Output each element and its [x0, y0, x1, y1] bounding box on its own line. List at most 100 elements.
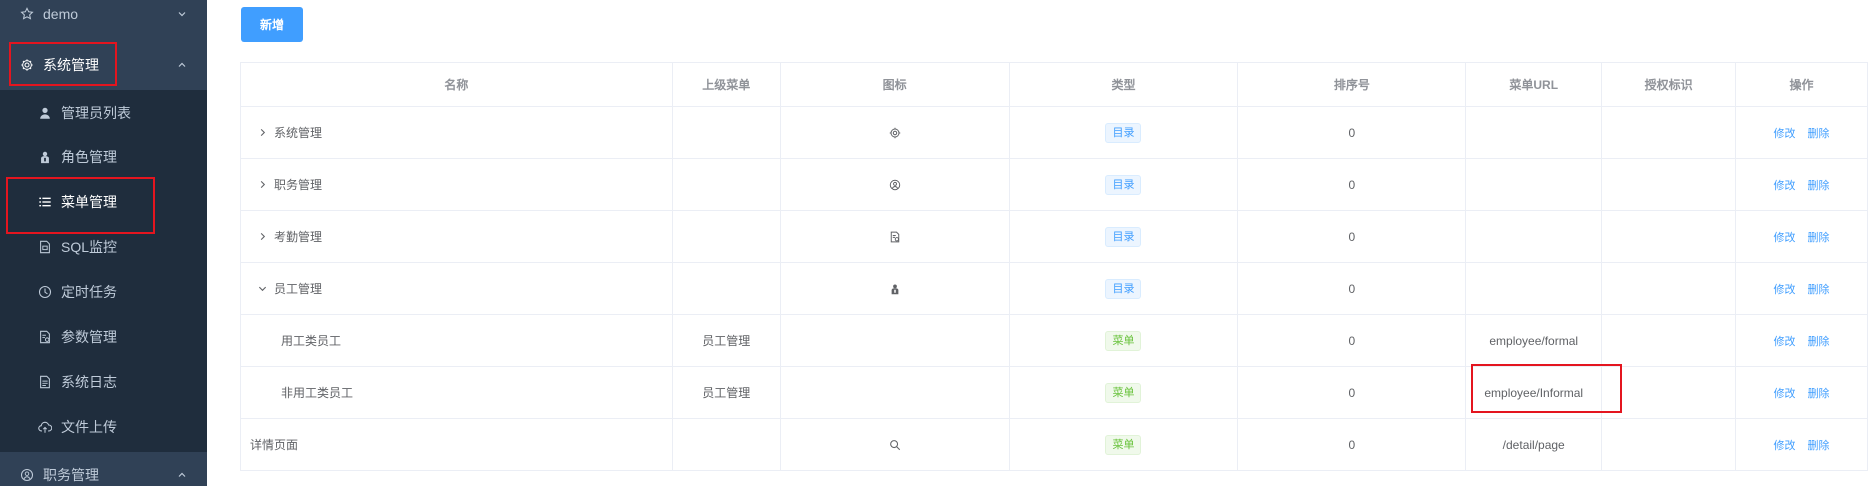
row-url — [1466, 263, 1603, 315]
sidebar-item-upload[interactable]: 文件上传 — [0, 404, 207, 449]
edit-link[interactable]: 修改 — [1774, 281, 1796, 297]
row-name: 系统管理 — [274, 126, 323, 140]
log-doc-icon — [38, 375, 52, 389]
row-url — [1466, 211, 1603, 263]
delete-link[interactable]: 删除 — [1808, 281, 1830, 297]
table-row: 用工类员工 员工管理 菜单 0 employee/formal 修改 删除 — [241, 315, 1868, 367]
delete-link[interactable]: 删除 — [1808, 437, 1830, 453]
type-tag-menu: 菜单 — [1105, 434, 1142, 455]
table-row: 非用工类员工 员工管理 菜单 0 employee/Informal 修改 删除 — [241, 367, 1868, 419]
sidebar-item-sql[interactable]: SQL监控 — [0, 224, 207, 269]
delete-link[interactable]: 删除 — [1808, 177, 1830, 193]
sidebar-item-label: 系统日志 — [61, 373, 117, 390]
gear-icon — [20, 58, 34, 72]
type-tag-menu: 菜单 — [1105, 330, 1142, 351]
gear-icon — [889, 127, 900, 138]
star-icon — [20, 6, 34, 21]
sidebar-item-role[interactable]: 角色管理 — [0, 134, 207, 179]
row-name: 员工管理 — [274, 282, 323, 296]
row-name: 用工类员工 — [281, 334, 342, 348]
header-type: 类型 — [1009, 63, 1239, 107]
row-parent: 员工管理 — [672, 315, 781, 367]
row-parent — [672, 211, 781, 263]
sidebar-item-params[interactable]: 参数管理 — [0, 314, 207, 359]
row-url: employee/Informal — [1466, 367, 1603, 419]
header-actions: 操作 — [1736, 63, 1868, 107]
sql-doc-icon — [38, 240, 52, 254]
attendance-doc-icon — [890, 231, 899, 242]
delete-link[interactable]: 删除 — [1808, 333, 1830, 349]
chevron-down-icon — [178, 11, 186, 16]
row-parent: 员工管理 — [672, 367, 781, 419]
table-row: 员工管理 目录 0 修改 删除 — [241, 263, 1868, 315]
row-url — [1466, 159, 1603, 211]
row-name: 详情页面 — [250, 438, 299, 452]
row-order: 0 — [1238, 263, 1467, 315]
delete-link[interactable]: 删除 — [1808, 385, 1830, 401]
row-url: employee/formal — [1466, 315, 1603, 367]
job-icon — [889, 179, 900, 190]
sidebar-item-demo[interactable]: demo — [0, 0, 207, 36]
edit-link[interactable]: 修改 — [1774, 229, 1796, 245]
param-doc-icon — [38, 330, 52, 344]
header-order: 排序号 — [1238, 63, 1467, 107]
header-url: 菜单URL — [1466, 63, 1603, 107]
edit-link[interactable]: 修改 — [1774, 177, 1796, 193]
sidebar-item-label: 定时任务 — [61, 283, 117, 300]
table-row: 系统管理 目录 0 修改 删除 — [241, 107, 1868, 159]
edit-link[interactable]: 修改 — [1774, 333, 1796, 349]
expand-arrow-icon[interactable] — [255, 230, 269, 244]
row-url — [1466, 107, 1603, 159]
type-tag-directory: 目录 — [1105, 122, 1142, 143]
row-order: 0 — [1238, 159, 1467, 211]
table-header: 名称 上级菜单 图标 类型 排序号 菜单URL 授权标识 操作 — [241, 63, 1868, 107]
sidebar-item-admin-list[interactable]: 管理员列表 — [0, 90, 207, 135]
row-parent — [672, 159, 781, 211]
cloud-upload-icon — [38, 420, 52, 434]
sidebar-item-log[interactable]: 系统日志 — [0, 359, 207, 404]
sidebar-item-schedule[interactable]: 定时任务 — [0, 269, 207, 314]
row-parent — [672, 107, 781, 159]
menu-table: 名称 上级菜单 图标 类型 排序号 菜单URL 授权标识 操作 系统管理 目录 … — [240, 62, 1868, 471]
expand-arrow-icon[interactable] — [255, 126, 269, 140]
row-perm — [1602, 159, 1737, 211]
row-order: 0 — [1238, 419, 1467, 471]
sidebar: demo 系统管理 管理员列表 角色管理 菜单管理 SQL监控 定时任务 参数管… — [0, 0, 207, 486]
edit-link[interactable]: 修改 — [1774, 125, 1796, 141]
delete-link[interactable]: 删除 — [1808, 125, 1830, 141]
job-icon — [20, 468, 34, 482]
row-perm — [1602, 107, 1737, 159]
add-button[interactable]: 新增 — [241, 7, 303, 42]
row-perm — [1602, 367, 1737, 419]
edit-link[interactable]: 修改 — [1774, 437, 1796, 453]
sidebar-item-label: 文件上传 — [61, 418, 117, 435]
type-tag-directory: 目录 — [1105, 226, 1142, 247]
header-parent: 上级菜单 — [672, 63, 781, 107]
sidebar-item-label: 参数管理 — [61, 328, 117, 345]
row-perm — [1602, 419, 1737, 471]
row-perm — [1602, 263, 1737, 315]
sidebar-item-label: 菜单管理 — [61, 193, 117, 210]
header-name: 名称 — [241, 63, 673, 107]
table-row: 职务管理 目录 0 修改 删除 — [241, 159, 1868, 211]
employee-icon — [891, 284, 898, 294]
search-icon — [889, 439, 900, 450]
chevron-up-icon — [178, 472, 186, 477]
row-perm — [1602, 315, 1737, 367]
collapse-arrow-icon[interactable] — [255, 282, 269, 296]
sidebar-item-label: 管理员列表 — [61, 104, 131, 121]
sidebar-item-label: SQL监控 — [61, 238, 118, 255]
delete-link[interactable]: 删除 — [1808, 229, 1830, 245]
sidebar-item-label: 系统管理 — [43, 56, 99, 73]
row-order: 0 — [1238, 367, 1467, 419]
type-tag-directory: 目录 — [1105, 174, 1142, 195]
main-content: 新增 名称 上级菜单 图标 类型 排序号 菜单URL 授权标识 操作 系统管理 … — [207, 0, 1868, 486]
sidebar-item-menu[interactable]: 菜单管理 — [0, 179, 207, 224]
sidebar-item-system[interactable]: 系统管理 — [0, 42, 207, 87]
row-perm — [1602, 211, 1737, 263]
edit-link[interactable]: 修改 — [1774, 385, 1796, 401]
expand-arrow-icon[interactable] — [255, 178, 269, 192]
sidebar-item-job[interactable]: 职务管理 — [0, 452, 207, 486]
sidebar-item-label: 职务管理 — [43, 466, 99, 483]
row-url: /detail/page — [1466, 419, 1603, 471]
